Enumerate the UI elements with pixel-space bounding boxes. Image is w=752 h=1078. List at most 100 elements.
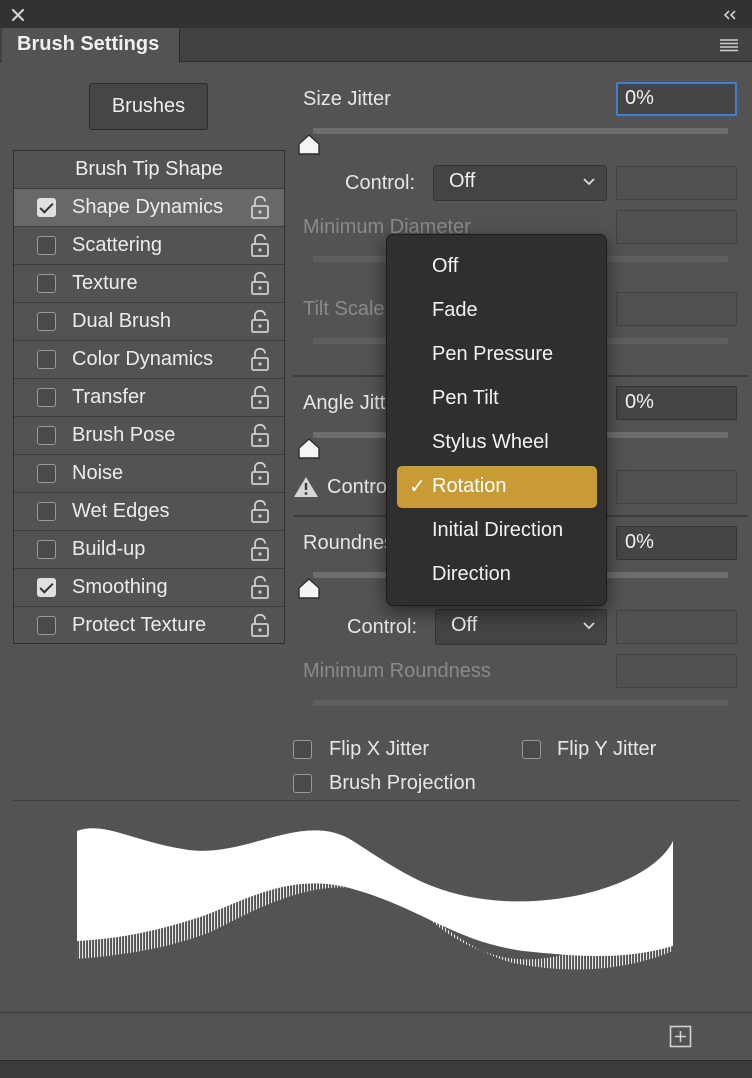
list-item-label: Build-up xyxy=(72,538,146,560)
stroke-preview-graphic xyxy=(77,828,673,970)
list-item-label: Transfer xyxy=(72,386,146,408)
list-item-label: Brush Pose xyxy=(72,424,176,446)
menu-item-label: Pen Tilt xyxy=(432,387,499,409)
menu-item-label: Fade xyxy=(432,299,478,321)
list-item-checkbox[interactable] xyxy=(37,540,56,559)
roundness-control-select[interactable]: Off xyxy=(435,609,607,645)
unlock-icon[interactable] xyxy=(250,613,270,637)
new-preset-icon[interactable] xyxy=(669,1025,692,1048)
list-item[interactable]: Dual Brush xyxy=(14,302,284,340)
unlock-icon[interactable] xyxy=(250,271,270,295)
unlock-icon[interactable] xyxy=(250,347,270,371)
list-item-checkbox[interactable] xyxy=(37,274,56,293)
list-item[interactable]: Shape Dynamics xyxy=(14,188,284,226)
menu-item-label: Initial Direction xyxy=(432,519,564,541)
list-item-checkbox[interactable] xyxy=(37,578,56,597)
list-item-label: Noise xyxy=(72,462,124,484)
list-item[interactable]: Brush Pose xyxy=(14,416,284,454)
flip-x-label: Flip X Jitter xyxy=(329,738,430,760)
minimum-roundness-input xyxy=(616,654,737,688)
control-extra-input xyxy=(616,166,737,200)
list-item-checkbox[interactable] xyxy=(37,198,56,217)
list-item[interactable]: Color Dynamics xyxy=(14,340,284,378)
control-select-value: Off xyxy=(451,614,478,636)
chevron-down-icon xyxy=(583,622,595,630)
menu-item[interactable]: Direction xyxy=(397,554,597,596)
list-item-label: Wet Edges xyxy=(72,500,170,522)
unlock-icon[interactable] xyxy=(250,233,270,257)
minimum-diameter-input xyxy=(616,210,737,244)
size-jitter-input[interactable]: 0% xyxy=(616,82,737,116)
panel-footer xyxy=(0,1012,752,1060)
size-jitter-label: Size Jitter xyxy=(303,88,391,110)
brush-projection-checkbox[interactable] xyxy=(293,774,312,793)
angle-jitter-input[interactable]: 0% xyxy=(616,386,737,420)
hamburger-menu-icon[interactable] xyxy=(719,37,739,53)
panel-bottom-edge xyxy=(0,1060,752,1078)
list-item-checkbox[interactable] xyxy=(37,426,56,445)
size-jitter-slider[interactable] xyxy=(313,128,728,134)
list-item-checkbox[interactable] xyxy=(37,502,56,521)
menu-item[interactable]: ✓ Rotation xyxy=(397,466,597,508)
list-item-label: Shape Dynamics xyxy=(72,196,224,218)
list-item[interactable]: Noise xyxy=(14,454,284,492)
control-select-value: Off xyxy=(449,170,476,192)
list-item[interactable]: Build-up xyxy=(14,530,284,568)
unlock-icon[interactable] xyxy=(250,385,270,409)
menu-item-label: Direction xyxy=(432,563,511,585)
list-item-label: Texture xyxy=(72,272,138,294)
roundness-control-extra-input xyxy=(616,610,737,644)
menu-item[interactable]: Pen Pressure xyxy=(397,334,597,376)
menu-item-label: Stylus Wheel xyxy=(432,431,549,453)
control-label: Control: xyxy=(345,172,416,194)
list-item[interactable]: Protect Texture xyxy=(14,606,284,644)
unlock-icon[interactable] xyxy=(250,537,270,561)
list-item-checkbox[interactable] xyxy=(37,464,56,483)
list-item[interactable]: Transfer xyxy=(14,378,284,416)
menu-item[interactable]: Initial Direction xyxy=(397,510,597,552)
tab-brush-settings[interactable]: Brush Settings xyxy=(2,28,180,63)
list-item-label: Scattering xyxy=(72,234,163,256)
warning-icon xyxy=(294,477,318,497)
list-item[interactable]: Wet Edges xyxy=(14,492,284,530)
close-icon[interactable] xyxy=(11,8,25,22)
unlock-icon[interactable] xyxy=(250,461,270,485)
menu-item[interactable]: Off xyxy=(397,246,597,288)
list-item-checkbox[interactable] xyxy=(37,616,56,635)
flip-y-checkbox[interactable] xyxy=(522,740,541,759)
slider-thumb-icon[interactable] xyxy=(297,438,321,460)
list-item[interactable]: Texture xyxy=(14,264,284,302)
list-item-checkbox[interactable] xyxy=(37,388,56,407)
slider-thumb-icon[interactable] xyxy=(297,578,321,600)
menu-item-label: Rotation xyxy=(432,475,507,497)
flip-y-label: Flip Y Jitter xyxy=(557,738,657,760)
list-item-checkbox[interactable] xyxy=(37,350,56,369)
unlock-icon[interactable] xyxy=(250,195,270,219)
roundness-jitter-input[interactable]: 0% xyxy=(616,526,737,560)
menu-item-label: Off xyxy=(432,255,459,277)
chevron-down-icon xyxy=(583,178,595,186)
list-item[interactable]: Smoothing xyxy=(14,568,284,606)
flip-x-checkbox[interactable] xyxy=(293,740,312,759)
brush-stroke-preview xyxy=(13,800,739,1002)
minimum-roundness-label: Minimum Roundness xyxy=(303,660,491,682)
panel-titlebar xyxy=(0,0,752,28)
brushes-button[interactable]: Brushes xyxy=(89,83,208,130)
list-item-brush-tip-shape[interactable]: Brush Tip Shape xyxy=(14,151,284,188)
double-chevron-icon[interactable] xyxy=(722,9,738,21)
list-item[interactable]: Scattering xyxy=(14,226,284,264)
list-item-label: Color Dynamics xyxy=(72,348,214,370)
slider-thumb-icon[interactable] xyxy=(297,134,321,156)
menu-item[interactable]: Stylus Wheel xyxy=(397,422,597,464)
brush-settings-list: Brush Tip Shape Shape Dynamics Scattering… xyxy=(13,150,285,644)
unlock-icon[interactable] xyxy=(250,423,270,447)
list-item-checkbox[interactable] xyxy=(37,236,56,255)
unlock-icon[interactable] xyxy=(250,309,270,333)
menu-item[interactable]: Fade xyxy=(397,290,597,332)
list-item-label: Smoothing xyxy=(72,576,168,598)
menu-item[interactable]: Pen Tilt xyxy=(397,378,597,420)
control-select[interactable]: Off xyxy=(433,165,607,201)
list-item-checkbox[interactable] xyxy=(37,312,56,331)
unlock-icon[interactable] xyxy=(250,499,270,523)
unlock-icon[interactable] xyxy=(250,575,270,599)
